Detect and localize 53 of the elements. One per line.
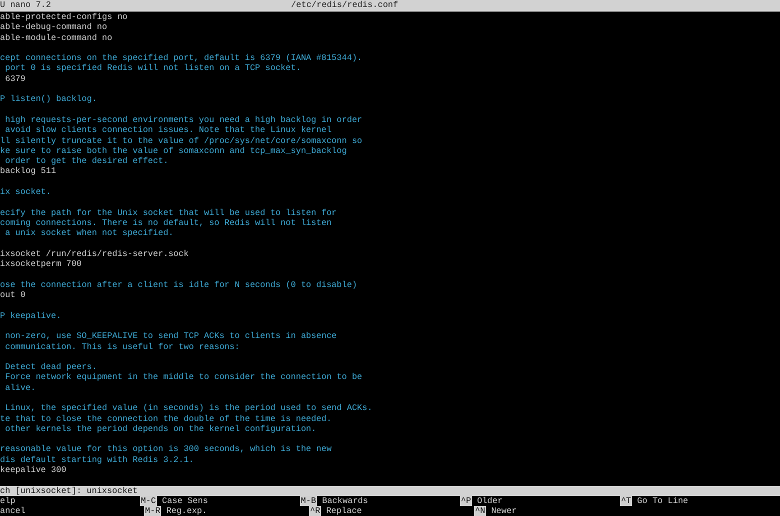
comment-line: ll silently truncate it to the value of /proc/sys/net/core/somaxconn so: [0, 136, 364, 146]
shortcut-label[interactable]: elp: [0, 496, 16, 506]
shortcut-label[interactable]: Reg.exp.: [166, 506, 208, 516]
comment-line: dis default starting with Redis 3.2.1.: [0, 454, 195, 466]
comment-line: high requests-per-second environments you need a high backlog in order: [4, 114, 364, 126]
config-line: keepalive 300: [0, 465, 68, 476]
shortcut-label[interactable]: ancel: [0, 506, 26, 516]
shortcut-label[interactable]: Replace: [326, 506, 362, 516]
file-path: /etc/redis/redis.conf: [291, 0, 398, 11]
comment-line: P keepalive.: [0, 310, 62, 321]
comment-line: Force network equipment in the middle to consider the connection to be: [4, 372, 364, 383]
editor-version: U nano 7.2: [0, 0, 52, 11]
comment-line: ecify the path for the Unix socket that will be used to listen for: [0, 208, 338, 218]
comment-line: P listen() backlog.: [0, 94, 98, 105]
config-line: able-debug-command no: [0, 22, 108, 33]
config-line: out 0: [0, 290, 27, 300]
shortcut-key[interactable]: ^T: [620, 496, 632, 506]
comment-line: alive.: [4, 382, 37, 393]
shortcut-key[interactable]: ^N: [474, 506, 486, 516]
comment-line: te that to close the connection the double of the time is needed.: [0, 414, 333, 424]
comment-line: a unix socket when not specified.: [4, 228, 174, 239]
comment-line: Detect dead peers.: [4, 362, 98, 372]
comment-line: reasonable value for this option is 300 seconds, which is the new: [0, 444, 333, 455]
shortcut-label[interactable]: Newer: [491, 506, 517, 516]
comment-line: avoid slow clients connection issues. Note that the Linux kernel: [4, 125, 333, 136]
shortcut-label[interactable]: Case Sens: [162, 496, 208, 506]
config-line: ixsocket /run/redis/redis-server.sock: [0, 248, 190, 260]
search-input[interactable]: unixsocket: [86, 486, 167, 496]
shortcut-key[interactable]: M-B: [300, 496, 318, 506]
shortcut-key[interactable]: M-R: [144, 506, 162, 516]
config-line: 6379: [4, 74, 27, 84]
comment-line: ix socket.: [0, 187, 52, 198]
comment-line: non-zero, use SO_KEEPALIVE to send TCP ACKs to clients in absence: [4, 331, 338, 342]
config-line: backlog 511: [0, 166, 58, 177]
comment-line: other kernels the period depends on the kernel configuration.: [4, 424, 318, 434]
shortcut-label[interactable]: Older: [477, 496, 503, 506]
comment-line: order to get the desired effect.: [4, 156, 170, 166]
shortcut-key[interactable]: M-C: [140, 496, 158, 506]
shortcut-label[interactable]: Backwards: [322, 496, 368, 506]
shortcut-label[interactable]: Go To Line: [637, 496, 688, 506]
comment-line: Linux, the specified value (in seconds) is the period used to send ACKs.: [4, 403, 374, 414]
search-prompt: ch [unixsocket]:: [0, 486, 82, 496]
comment-line: port 0 is specified Redis will not listen on a TCP socket.: [4, 63, 302, 74]
comment-line: coming connections. There is no default, so Redis will not listen: [0, 218, 333, 228]
config-line: able-module-command no: [0, 32, 114, 43]
shortcut-key[interactable]: ^R: [309, 506, 322, 516]
config-line: able-protected-configs no: [0, 12, 129, 22]
config-line: ixsocketperm 700: [0, 259, 83, 270]
comment-line: ose the connection after a client is idle for N seconds (0 to disable): [0, 280, 358, 290]
comment-line: cept connections on the specified port, default is 6379 (IANA #815344).: [0, 53, 364, 64]
comment-line: ke sure to raise both the value of somaxconn and tcp_max_syn_backlog: [0, 146, 348, 156]
comment-line: communication. This is useful for two reasons:: [4, 342, 241, 352]
shortcut-key[interactable]: ^P: [460, 496, 472, 506]
